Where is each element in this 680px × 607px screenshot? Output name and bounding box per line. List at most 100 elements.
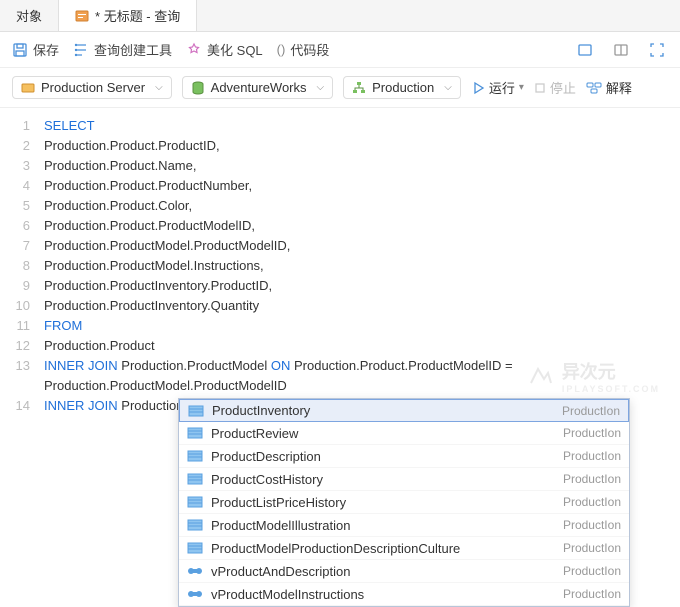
autocomplete-item[interactable]: ProductModelProductionDescriptionCulture… — [179, 537, 629, 560]
autocomplete-schema: ProductIon — [563, 472, 621, 486]
line-number: 4 — [0, 176, 44, 196]
chevron-down-icon: ▾ — [519, 82, 524, 93]
code-line: 5Production.Product.Color, — [0, 196, 680, 216]
chevron-down-icon: ⌵ — [155, 82, 163, 93]
snippet-button[interactable]: () 代码段 — [277, 40, 330, 59]
code-line: 9Production.ProductInventory.ProductID, — [0, 276, 680, 296]
run-button[interactable]: 运行 ▾ — [471, 78, 524, 97]
run-label: 运行 — [489, 78, 515, 97]
table-icon — [187, 496, 203, 508]
autocomplete-schema: ProductIon — [562, 404, 620, 418]
line-number: 11 — [0, 316, 44, 336]
view-split-button[interactable] — [610, 39, 632, 61]
database-dropdown[interactable]: AdventureWorks ⌵ — [182, 76, 333, 99]
autocomplete-item[interactable]: ProductModelIllustration ProductIon — [179, 514, 629, 537]
table-icon — [187, 427, 203, 439]
beautify-button[interactable]: 美化 SQL — [186, 40, 263, 59]
code-line: 11FROM — [0, 316, 680, 336]
table-icon — [187, 450, 203, 462]
line-number: 6 — [0, 216, 44, 236]
line-number: 14 — [0, 396, 44, 416]
explain-button[interactable]: 解释 — [586, 78, 632, 97]
database-value: AdventureWorks — [211, 80, 307, 95]
autocomplete-name: ProductModelIllustration — [211, 518, 555, 533]
sql-editor[interactable]: 1SELECT2Production.Product.ProductID,3 Pr… — [0, 108, 680, 424]
line-number: 10 — [0, 296, 44, 316]
play-icon — [471, 81, 485, 95]
line-number: 12 — [0, 336, 44, 356]
query-builder-label: 查询创建工具 — [94, 40, 172, 59]
autocomplete-schema: ProductIon — [563, 426, 621, 440]
code-line: 2Production.Product.ProductID, — [0, 136, 680, 156]
line-number: 3 — [0, 156, 44, 176]
code-line: 13 INNER JOIN Production.ProductModel ON… — [0, 356, 680, 396]
save-label: 保存 — [33, 40, 59, 59]
line-number: 9 — [0, 276, 44, 296]
query-builder-button[interactable]: 查询创建工具 — [73, 40, 172, 59]
autocomplete-item[interactable]: vProductModelInstructions ProductIon — [179, 583, 629, 606]
stop-button: 停止 — [534, 78, 576, 97]
autocomplete-item[interactable]: ProductReview ProductIon — [179, 422, 629, 445]
autocomplete-name: ProductInventory — [212, 403, 554, 418]
schema-dropdown[interactable]: Production ⌵ — [343, 76, 461, 99]
autocomplete-name: ProductListPriceHistory — [211, 495, 555, 510]
view-icon — [187, 565, 203, 577]
autocomplete-name: vProductAndDescription — [211, 564, 555, 579]
tab-objects[interactable]: 对象 — [0, 0, 59, 31]
autocomplete-name: ProductModelProductionDescriptionCulture — [211, 541, 555, 556]
line-number: 2 — [0, 136, 44, 156]
autocomplete-schema: ProductIon — [563, 449, 621, 463]
server-value: Production Server — [41, 80, 145, 95]
save-button[interactable]: 保存 — [12, 40, 59, 59]
schema-icon — [352, 81, 366, 95]
server-dropdown[interactable]: Production Server ⌵ — [12, 76, 172, 99]
explain-label: 解释 — [606, 78, 632, 97]
code-line: 8Production.ProductModel.Instructions, — [0, 256, 680, 276]
code-line: 1SELECT — [0, 116, 680, 136]
query-builder-icon — [73, 42, 89, 58]
server-icon — [21, 81, 35, 95]
beautify-label: 美化 SQL — [207, 40, 263, 59]
stop-icon — [534, 82, 546, 94]
autocomplete-item[interactable]: ProductCostHistory ProductIon — [179, 468, 629, 491]
autocomplete-name: ProductReview — [211, 426, 555, 441]
stop-label: 停止 — [550, 78, 576, 97]
autocomplete-item[interactable]: ProductInventory ProductIon — [179, 399, 629, 422]
database-icon — [191, 81, 205, 95]
schema-value: Production — [372, 80, 434, 95]
autocomplete-name: vProductModelInstructions — [211, 587, 555, 602]
fullscreen-button[interactable] — [646, 39, 668, 61]
snippet-icon: () — [277, 42, 286, 57]
code-line: 6Production.Product.ProductModelID, — [0, 216, 680, 236]
tab-label: 对象 — [16, 6, 42, 25]
code-line: 7Production.ProductModel.ProductModelID, — [0, 236, 680, 256]
autocomplete-schema: ProductIon — [563, 495, 621, 509]
query-tab-icon — [75, 9, 89, 23]
autocomplete-name: ProductCostHistory — [211, 472, 555, 487]
table-icon — [188, 405, 204, 417]
view-icon — [187, 588, 203, 600]
tab-bar: 对象 * 无标题 - 查询 — [0, 0, 680, 32]
connection-toolbar: Production Server ⌵ AdventureWorks ⌵ Pro… — [0, 68, 680, 108]
autocomplete-schema: ProductIon — [563, 541, 621, 555]
view-single-button[interactable] — [574, 39, 596, 61]
autocomplete-schema: ProductIon — [563, 564, 621, 578]
main-toolbar: 保存 查询创建工具 美化 SQL () 代码段 — [0, 32, 680, 68]
chevron-down-icon: ⌵ — [317, 82, 325, 93]
save-icon — [12, 42, 28, 58]
autocomplete-schema: ProductIon — [563, 587, 621, 601]
code-line: 4Production.Product.ProductNumber, — [0, 176, 680, 196]
table-icon — [187, 473, 203, 485]
beautify-icon — [186, 42, 202, 58]
autocomplete-item[interactable]: vProductAndDescription ProductIon — [179, 560, 629, 583]
table-icon — [187, 519, 203, 531]
autocomplete-item[interactable]: ProductListPriceHistory ProductIon — [179, 491, 629, 514]
line-number: 8 — [0, 256, 44, 276]
autocomplete-item[interactable]: ProductDescriptionProductIon — [179, 445, 629, 468]
table-icon — [187, 542, 203, 554]
tab-label: * 无标题 - 查询 — [95, 6, 180, 25]
autocomplete-schema: ProductIon — [563, 518, 621, 532]
tab-query[interactable]: * 无标题 - 查询 — [59, 0, 197, 31]
explain-icon — [586, 81, 602, 95]
autocomplete-popup[interactable]: ProductInventoryProductIonProductReviewP… — [178, 398, 630, 607]
